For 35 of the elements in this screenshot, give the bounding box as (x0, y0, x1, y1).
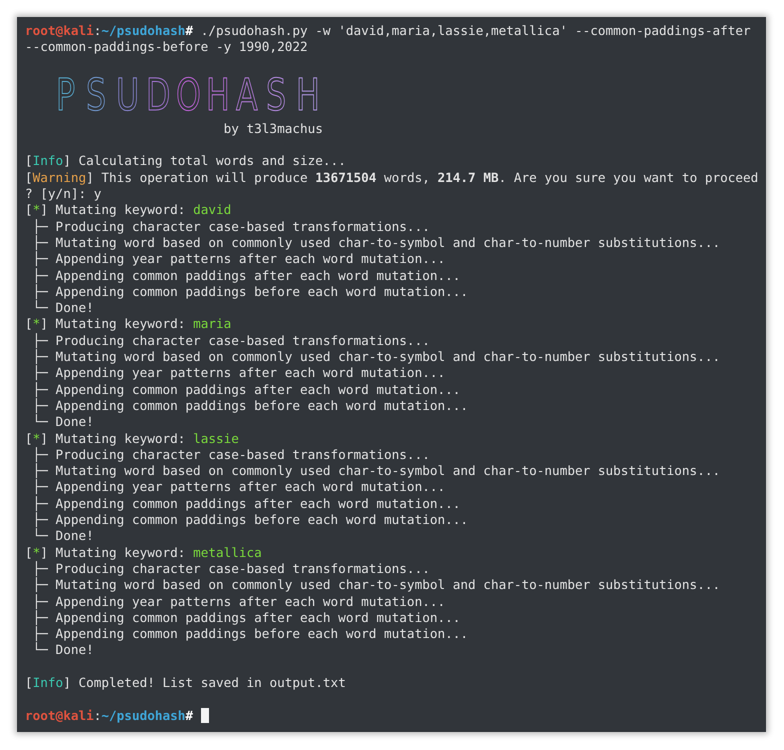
progress-step: └─ Done! (25, 528, 766, 545)
keyword-line: [*] Mutating keyword: david (25, 202, 232, 219)
progress-step: ├─ Producing character case-based transformations... (25, 332, 766, 350)
progress-step: ├─ Producing character case-based transformations... (25, 218, 766, 235)
progress-step: ├─ Appending year patterns after each word mutation... (25, 479, 766, 496)
progress-step: └─ Done! (25, 300, 766, 316)
progress-step: ├─ Producing character case-based transformations... (25, 446, 766, 464)
progress-step: └─ Done! (25, 642, 766, 659)
progress-step: ├─ Mutating word based on commonly used char-to-symbol and char-to-number substitutions... (25, 463, 766, 480)
byline-text: by t3l3machus (222, 120, 324, 138)
progress-step: ├─ Mutating word based on commonly used char-to-symbol and char-to-number substitutions... (25, 349, 766, 366)
log-message: [Warning] This operation will produce 13671504 words, 214.7 MB. Are you sure you want to proceed ? [y/n]: y (25, 170, 760, 202)
progress-step: ├─ Appending common paddings after each word mutation... (25, 382, 766, 398)
progress-step: └─ Done! (25, 414, 766, 431)
keyword-line: [*] Mutating keyword: lassie (25, 430, 240, 447)
log-message: [Info] Calculating total words and size... (25, 153, 347, 170)
progress-step: ├─ Appending year patterns after each word mutation... (25, 594, 766, 610)
progress-step: ├─ Appending common paddings before each word mutation... (25, 626, 766, 642)
progress-step: ├─ Producing character case-based transformations... (25, 560, 766, 578)
progress-step: ├─ Mutating word based on commonly used char-to-symbol and char-to-number substitutions... (25, 234, 766, 252)
progress-step: ├─ Appending common paddings before each word mutation... (25, 398, 766, 414)
keyword-line: [*] Mutating keyword: maria (25, 316, 232, 333)
command-line: root@kali:~/psudohash# ./psudohash.py -w 'david,maria,lassie,metallica' --common-paddings-after --common-paddings-before -y 1990,2022 (25, 23, 752, 56)
shell-prompt: root@kali:~/psudohash# (25, 708, 194, 724)
progress-step: ├─ Appending year patterns after each word mutation... (25, 365, 766, 382)
progress-step: ├─ Appending common paddings after each word mutation... (25, 610, 766, 626)
progress-step: ├─ Mutating word based on commonly used char-to-symbol and char-to-number substitutions... (25, 577, 766, 594)
log-message: [Info] Completed! List saved in output.txt (25, 674, 347, 692)
progress-step: ├─ Appending common paddings after each word mutation... (25, 496, 766, 512)
progress-step: ├─ Appending common paddings before each word mutation... (25, 284, 766, 300)
progress-step: ├─ Appending common paddings before each word mutation... (25, 512, 766, 528)
progress-step: ├─ Appending common paddings after each word mutation... (25, 268, 766, 284)
progress-step: ├─ Appending year patterns after each word mutation... (25, 251, 766, 268)
keyword-line: [*] Mutating keyword: metallica (25, 544, 263, 561)
text-cursor (200, 708, 209, 724)
